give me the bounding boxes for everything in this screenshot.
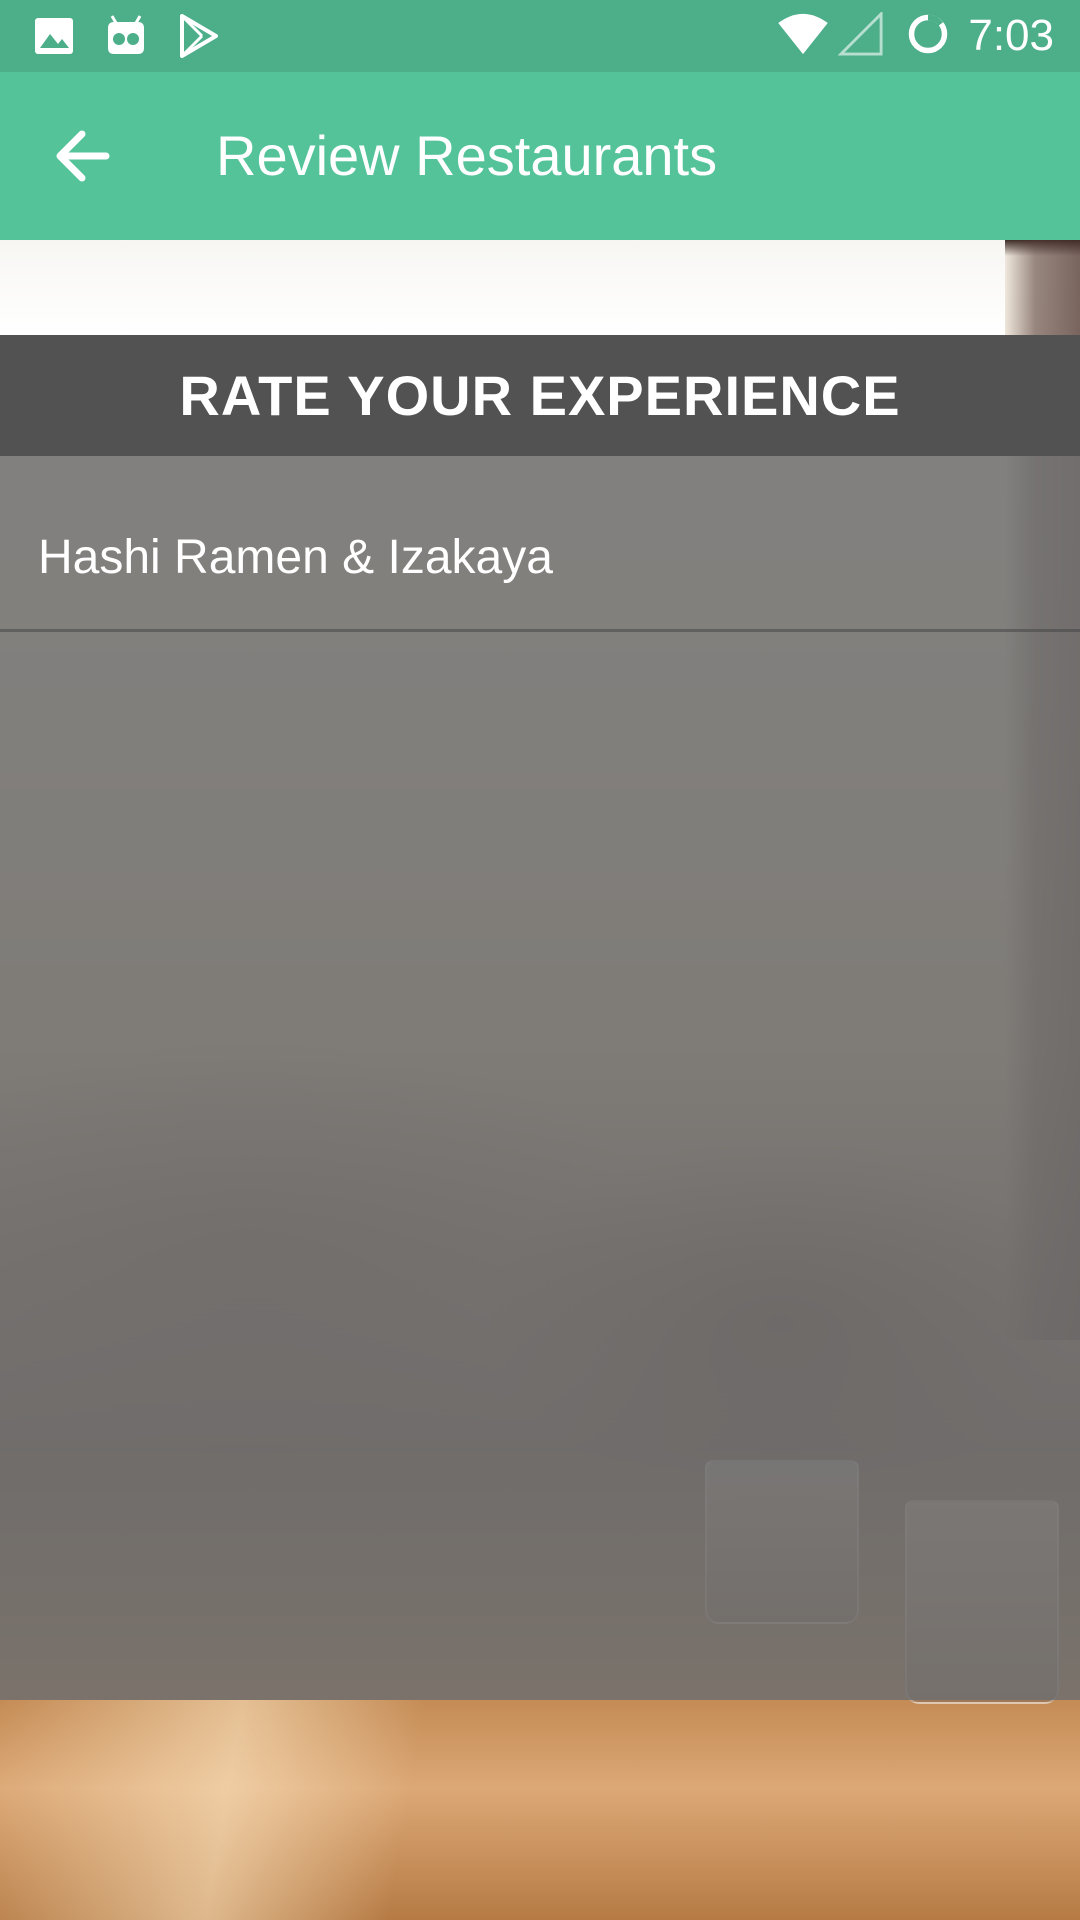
- play-store-icon: [180, 14, 218, 58]
- rate-experience-title: RATE YOUR EXPERIENCE: [179, 364, 901, 427]
- arrow-back-icon: [56, 130, 110, 182]
- background-table: [0, 1700, 1080, 1920]
- cell-signal-icon: [838, 12, 883, 56]
- status-time: 7:03: [968, 11, 1054, 60]
- status-bar: 7:03: [0, 0, 1080, 72]
- review-restaurants-screen: 7:03 Review Restaurants RATE YOUR EXPERI…: [0, 0, 1080, 1920]
- restaurant-name: Hashi Ramen & Izakaya: [38, 531, 553, 584]
- restaurant-list-item[interactable]: Hashi Ramen & Izakaya: [0, 456, 1080, 632]
- photo-highlight-strip: [0, 240, 1005, 335]
- restaurant-list-panel: Hashi Ramen & Izakaya: [0, 456, 1080, 1700]
- wifi-icon: [778, 13, 828, 55]
- android-debug-icon: [108, 15, 144, 54]
- image-icon: [35, 18, 73, 54]
- toolbar: Review Restaurants: [0, 72, 1080, 240]
- rate-experience-header: RATE YOUR EXPERIENCE: [0, 335, 1080, 456]
- sync-progress-icon: [908, 14, 948, 54]
- page-title: Review Restaurants: [216, 124, 718, 187]
- back-button[interactable]: [34, 108, 130, 204]
